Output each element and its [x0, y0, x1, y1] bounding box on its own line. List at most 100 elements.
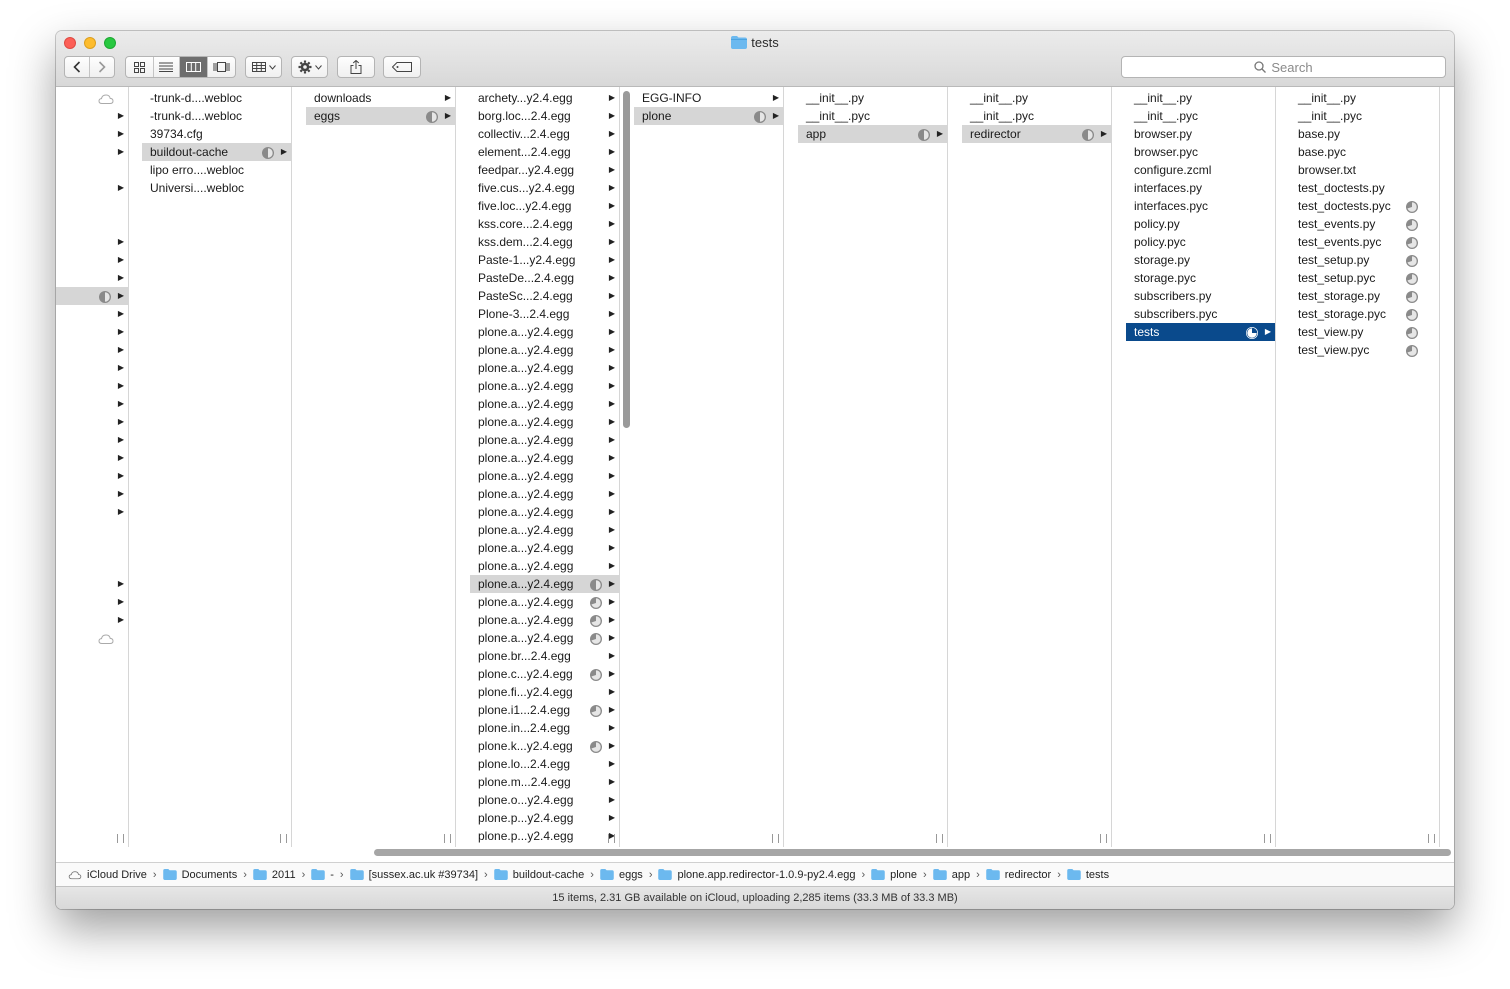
folder-row[interactable]: 5216]▶	[56, 395, 128, 413]
forward-button[interactable]	[90, 57, 114, 77]
file-row[interactable]: test_storage.py	[1290, 287, 1439, 305]
back-button[interactable]	[65, 57, 90, 77]
file-row[interactable]: interfaces.py	[1126, 179, 1275, 197]
tags-button[interactable]	[383, 56, 421, 78]
folder-row[interactable]: feedpar...y2.4.egg ▶	[470, 161, 619, 179]
folder-row[interactable]: plone.i1...2.4.egg ▶	[470, 701, 619, 719]
file-row[interactable]: test_events.py	[1290, 215, 1439, 233]
file-row[interactable]: __init__.pyc	[798, 107, 947, 125]
folder-row[interactable]: 3984]▶	[56, 269, 128, 287]
column-resize-handle[interactable]	[1428, 834, 1435, 843]
folder-row[interactable]: 260]▶	[56, 341, 128, 359]
file-row[interactable]: browser.py	[1126, 125, 1275, 143]
folder-row[interactable]: eggs ▶	[306, 107, 455, 125]
folder-row[interactable]: kss.core...2.4.egg ▶	[470, 215, 619, 233]
file-row[interactable]: test_doctests.py	[1290, 179, 1439, 197]
folder-row[interactable]: plone.a...y2.4.egg ▶	[470, 395, 619, 413]
folder-row[interactable]: plone.a...y2.4.egg ▶	[470, 431, 619, 449]
file-row[interactable]: __init__.py	[798, 89, 947, 107]
folder-row[interactable]: collectiv...2.4.egg ▶	[470, 125, 619, 143]
folder-row[interactable]: plone.a...y2.4.egg ▶	[470, 557, 619, 575]
path-segment[interactable]: [sussex.ac.uk #39734]	[349, 869, 478, 881]
path-segment[interactable]: plone.app.redirector-1.0.9-py2.4.egg	[658, 869, 855, 881]
folder-row[interactable]: downloads ▶	[306, 89, 455, 107]
folder-row[interactable]: plone.a...y2.4.egg ▶	[470, 611, 619, 629]
folder-row[interactable]: plone.m...2.4.egg ▶	[470, 773, 619, 791]
file-row[interactable]: policy.pyc	[1126, 233, 1275, 251]
path-segment[interactable]: eggs	[600, 869, 643, 881]
folder-row[interactable]: ming]▶	[56, 179, 128, 197]
gallery-view-button[interactable]	[208, 57, 235, 77]
folder-row[interactable]: 3245]▶	[56, 413, 128, 431]
group-button[interactable]	[245, 56, 282, 78]
folder-row[interactable]: plone.in...2.4.egg ▶	[470, 719, 619, 737]
column-resize-handle[interactable]	[608, 834, 615, 843]
file-row[interactable]: browser.pyc	[1126, 143, 1275, 161]
folder-row[interactable]: PasteSc...2.4.egg ▶	[470, 287, 619, 305]
folder-row[interactable]: element...2.4.egg ▶	[470, 143, 619, 161]
folder-row[interactable]: ports▶	[56, 467, 128, 485]
column-resize-handle[interactable]	[117, 834, 124, 843]
file-row[interactable]: test_view.py	[1290, 323, 1439, 341]
folder-row[interactable]: 1156]▶	[56, 359, 128, 377]
file-row[interactable]: ping	[56, 629, 128, 647]
file-row[interactable]: pping	[56, 89, 128, 107]
file-row[interactable]: policy.py	[1126, 215, 1275, 233]
folder-row[interactable]: ws XP▶	[56, 125, 128, 143]
folder-row[interactable]: 0252]▶	[56, 323, 128, 341]
folder-row[interactable]: buildout-cache ▶	[142, 143, 291, 161]
folder-row[interactable]: plone.a...y2.4.egg ▶	[470, 629, 619, 647]
column-resize-handle[interactable]	[1264, 834, 1271, 843]
file-row[interactable]: __init__.pyc	[1126, 107, 1275, 125]
folder-row[interactable]: EGG-INFO ▶	[634, 89, 783, 107]
file-row[interactable]: __init__.py	[1126, 89, 1275, 107]
file-row[interactable]: __init__.pyc	[962, 107, 1111, 125]
folder-row[interactable]: plone.a...y2.4.egg ▶	[470, 539, 619, 557]
file-row[interactable]: test_view.pyc	[1290, 341, 1439, 359]
file-row[interactable]: lipo erro....webloc	[142, 161, 291, 179]
file-row[interactable]: __init__.py	[962, 89, 1111, 107]
path-segment[interactable]: tests	[1067, 869, 1109, 881]
file-row[interactable]: __init__.pyc	[1290, 107, 1439, 125]
folder-row[interactable]: tests ▶	[1126, 323, 1275, 341]
search-field[interactable]: Search	[1121, 56, 1446, 78]
folder-row[interactable]: plone.c...y2.4.egg ▶	[470, 665, 619, 683]
file-row[interactable]: n.odp	[56, 521, 128, 539]
folder-row[interactable]: )▶	[56, 575, 128, 593]
path-segment[interactable]: iCloud Drive	[68, 869, 147, 881]
horizontal-scrollbar[interactable]	[374, 849, 1451, 856]
folder-row[interactable]: plone.a...y2.4.egg ▶	[470, 485, 619, 503]
share-button[interactable]	[337, 56, 375, 78]
folder-row[interactable]: ▶	[56, 107, 128, 125]
folder-row[interactable]: 356]▶	[56, 503, 128, 521]
folder-row[interactable]: archety...y2.4.egg ▶	[470, 89, 619, 107]
folder-row[interactable]: plone.lo...2.4.egg ▶	[470, 755, 619, 773]
column-resize-handle[interactable]	[280, 834, 287, 843]
folder-row[interactable]: plone.a...y2.4.egg ▶	[470, 467, 619, 485]
folder-row[interactable]: plone.a...y2.4.egg ▶	[470, 575, 619, 593]
column-view-button[interactable]	[180, 57, 208, 77]
file-row[interactable]: base.pyc	[1290, 143, 1439, 161]
folder-row[interactable]: plone ▶	[634, 107, 783, 125]
folder-row[interactable]: ll air▶	[56, 233, 128, 251]
path-segment[interactable]: app	[932, 869, 970, 881]
folder-row[interactable]: five.cus...y2.4.egg ▶	[470, 179, 619, 197]
file-row[interactable]: -trunk-d....webloc	[142, 107, 291, 125]
path-segment[interactable]: 2011	[253, 869, 296, 881]
file-row[interactable]: subscribers.py	[1126, 287, 1275, 305]
icon-view-button[interactable]	[126, 57, 154, 77]
file-row[interactable]: test_storage.pyc	[1290, 305, 1439, 323]
file-row[interactable]: storage.py	[1126, 251, 1275, 269]
file-row[interactable]: n.pdf	[56, 539, 128, 557]
folder-row[interactable]: alDAV▶	[56, 143, 128, 161]
folder-row[interactable]: plone.o...y2.4.egg ▶	[470, 791, 619, 809]
action-button[interactable]	[291, 56, 328, 78]
file-row[interactable]: Universi....webloc	[142, 179, 291, 197]
vertical-scrollbar[interactable]	[623, 91, 630, 428]
file-row[interactable]: browser.txt	[1290, 161, 1439, 179]
folder-row[interactable]: lowie▶	[56, 485, 128, 503]
folder-row[interactable]: plone.fi...y2.4.egg ▶	[470, 683, 619, 701]
folder-row[interactable]: plone.p...y2.4.egg ▶	[470, 809, 619, 827]
folder-row[interactable]: plone.k...y2.4.egg ▶	[470, 737, 619, 755]
folder-row[interactable]: 0162]▶	[56, 305, 128, 323]
